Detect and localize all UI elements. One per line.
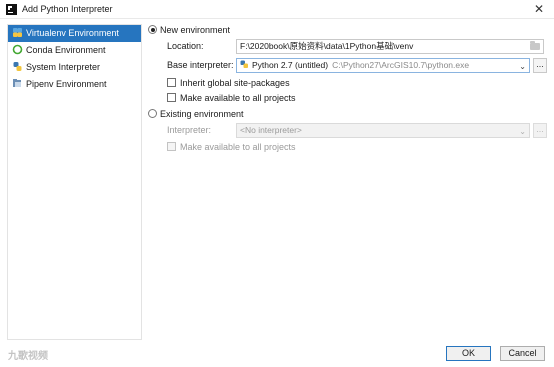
radio-unselected-icon — [148, 109, 157, 118]
checkbox-box — [167, 142, 176, 151]
make-available-checkbox[interactable]: Make available to all projects — [167, 92, 296, 105]
base-interpreter-value: Python 2.7 (untitled) — [252, 60, 329, 70]
location-field[interactable]: F:\2020book\原始资料\data\1Python基础\venv — [236, 39, 544, 54]
chevron-down-icon: ⌄ — [519, 62, 526, 71]
window-title: Add Python Interpreter — [22, 4, 113, 14]
python-icon — [240, 60, 248, 68]
base-interpreter-path: C:\Python27\ArcGIS10.7\python.exe — [332, 60, 470, 70]
title-bar: Add Python Interpreter ✕ — [0, 0, 554, 19]
conda-icon — [12, 44, 23, 55]
cancel-button[interactable]: Cancel — [500, 346, 545, 361]
browse-interpreter-button[interactable]: ... — [533, 58, 547, 73]
sidebar-item-label: System Interpreter — [26, 62, 101, 72]
browse-existing-button[interactable]: ... — [533, 123, 547, 138]
python-icon — [13, 62, 22, 71]
virtualenv-icon — [13, 28, 22, 37]
interpreter-label: Interpreter: — [167, 125, 212, 135]
sidebar-item-label: Virtualenv Environment — [26, 28, 119, 38]
environment-type-list: Virtualenv Environment Conda Environment… — [7, 24, 142, 340]
base-interpreter-label: Base interpreter: — [167, 60, 234, 70]
sidebar-item-system[interactable]: System Interpreter — [8, 59, 141, 76]
existing-environment-radio[interactable]: Existing environment — [148, 107, 244, 121]
folder-browse-icon[interactable] — [530, 41, 540, 50]
pipenv-icon — [13, 79, 21, 87]
sidebar-item-label: Conda Environment — [26, 45, 106, 55]
close-icon: ✕ — [533, 2, 545, 16]
radio-selected-icon — [148, 25, 157, 34]
close-button[interactable]: ✕ — [524, 0, 554, 19]
interpreter-value: <No interpreter> — [240, 125, 302, 135]
existing-environment-label: Existing environment — [160, 109, 244, 119]
checkbox-box — [167, 78, 176, 87]
checkbox-box — [167, 93, 176, 102]
chevron-down-icon: ⌄ — [519, 127, 526, 136]
sidebar-item-label: Pipenv Environment — [26, 79, 107, 89]
sidebar-item-virtualenv[interactable]: Virtualenv Environment — [8, 25, 141, 42]
existing-make-available-checkbox[interactable]: Make available to all projects — [167, 141, 296, 154]
pycharm-app-icon — [6, 4, 17, 15]
sidebar-item-conda[interactable]: Conda Environment — [8, 42, 141, 59]
dialog-footer: 九歌视频 OK Cancel — [0, 340, 554, 367]
inherit-packages-label: Inherit global site-packages — [180, 78, 290, 88]
inherit-packages-checkbox[interactable]: Inherit global site-packages — [167, 77, 290, 90]
new-environment-radio[interactable]: New environment — [148, 23, 230, 37]
location-value: F:\2020book\原始资料\data\1Python基础\venv — [240, 41, 414, 51]
watermark: 九歌视频 — [8, 351, 48, 362]
existing-make-available-label: Make available to all projects — [180, 142, 296, 152]
environment-settings-panel: New environment Location: F:\2020book\原始… — [146, 20, 554, 340]
ok-button[interactable]: OK — [446, 346, 491, 361]
interpreter-select[interactable]: <No interpreter> ⌄ — [236, 123, 530, 138]
base-interpreter-select[interactable]: Python 2.7 (untitled) C:\Python27\ArcGIS1… — [236, 58, 530, 73]
new-environment-label: New environment — [160, 25, 231, 35]
make-available-label: Make available to all projects — [180, 93, 296, 103]
location-label: Location: — [167, 41, 204, 51]
sidebar-item-pipenv[interactable]: Pipenv Environment — [8, 76, 141, 93]
